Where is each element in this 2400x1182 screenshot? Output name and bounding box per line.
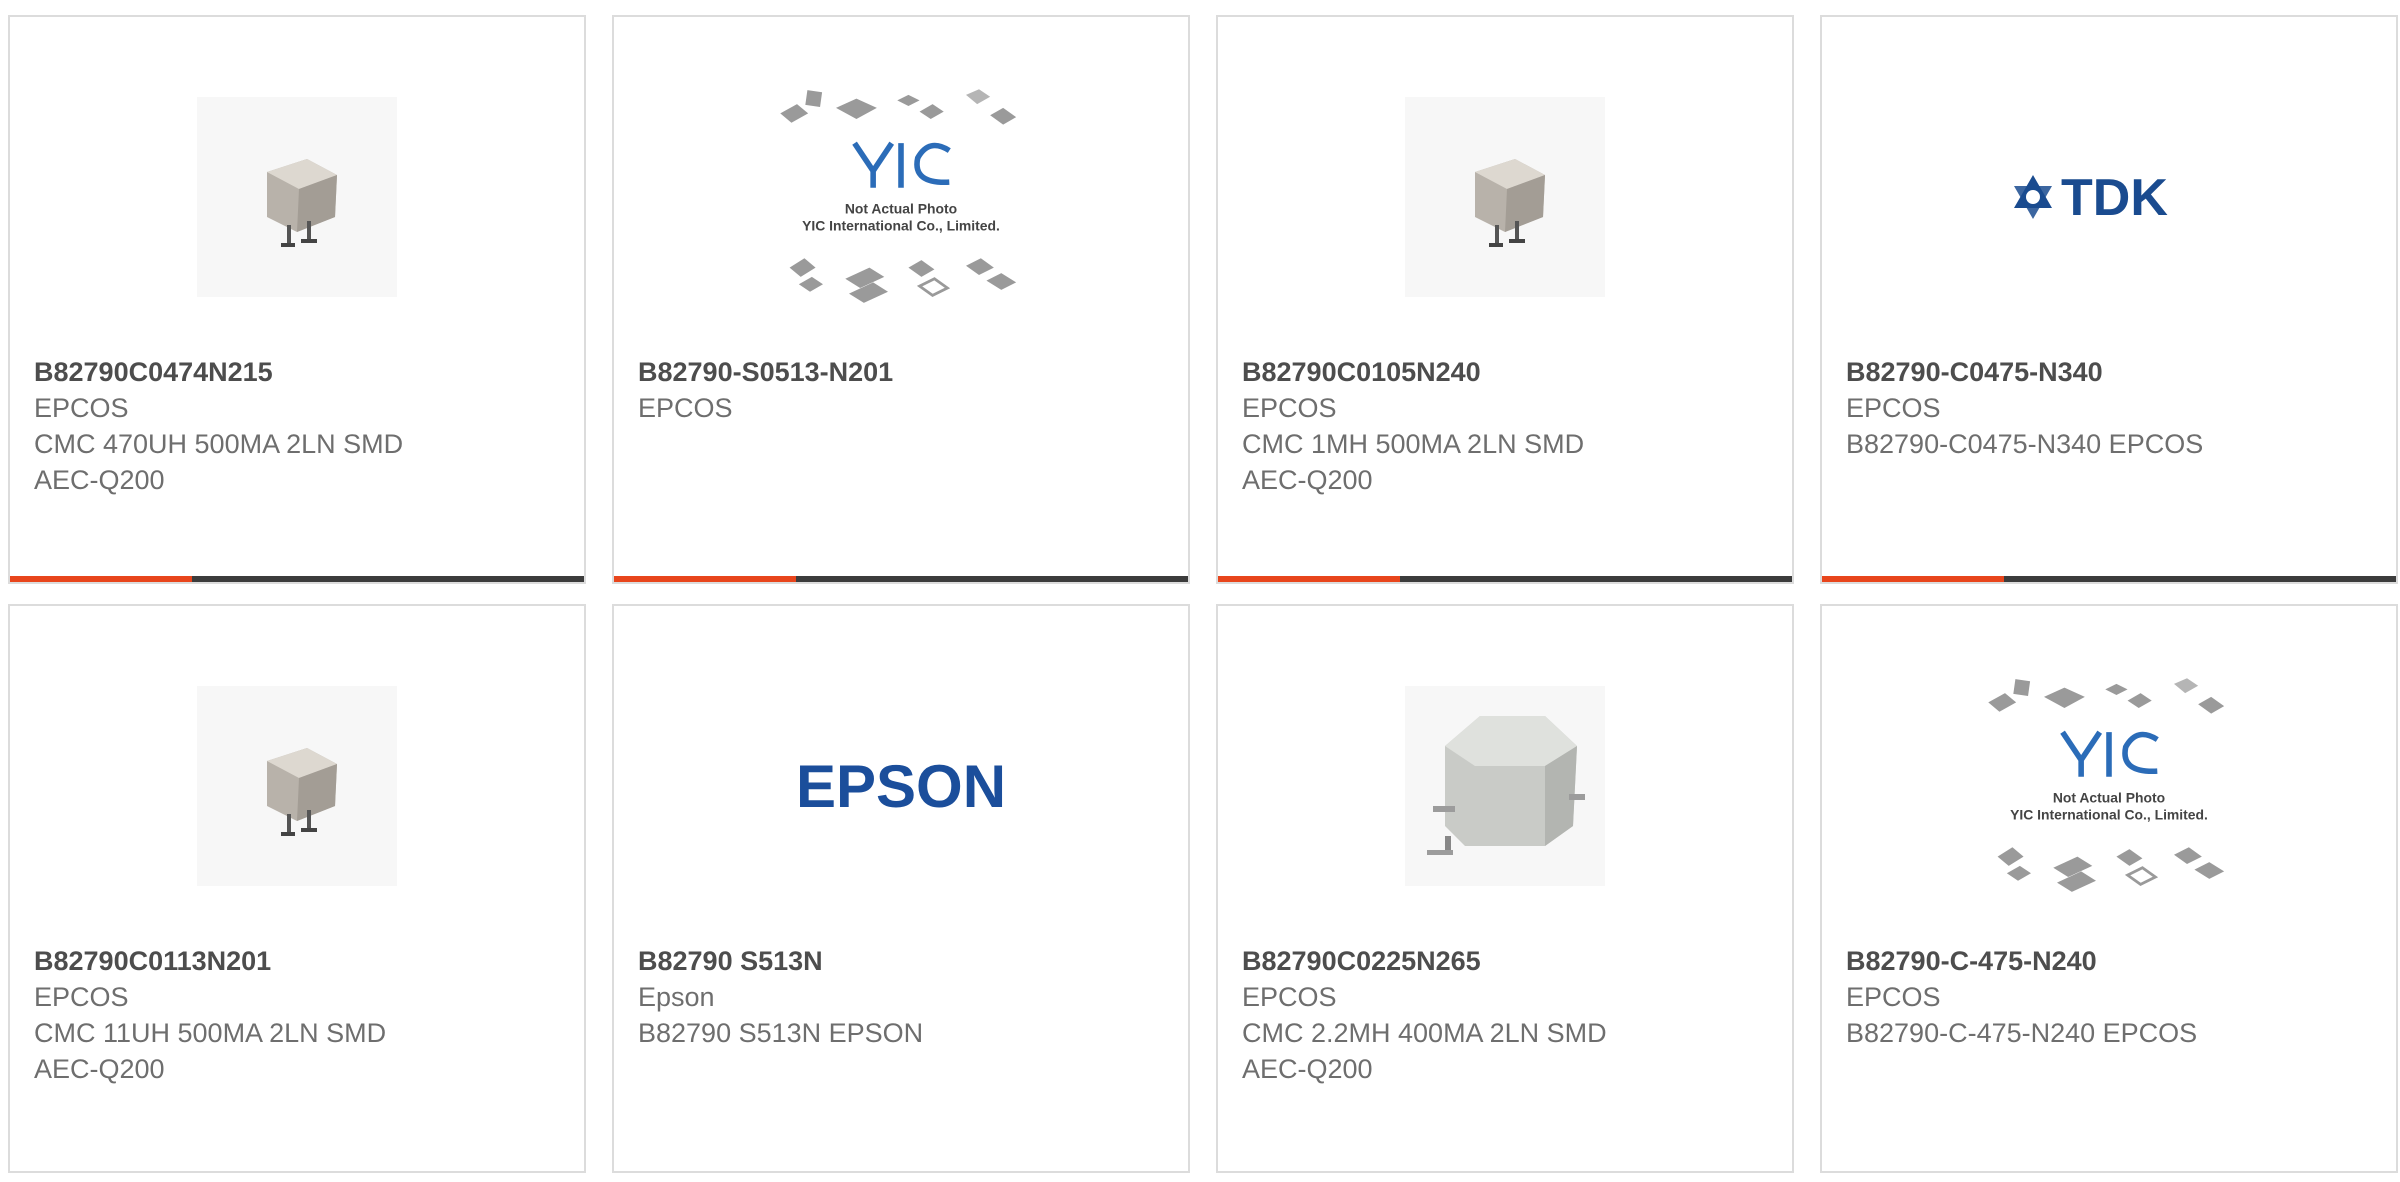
description-line-2: AEC-Q200 <box>34 465 165 495</box>
manufacturer: EPCOS <box>1242 393 1337 423</box>
product-thumbnail[interactable]: Not Actual Photo YIC International Co., … <box>771 77 1031 317</box>
tdk-logo: TDK <box>2014 169 2168 227</box>
description: CMC 1MH 500MA 2LN SMD <box>1242 429 1585 459</box>
card-accent-bar <box>10 576 584 582</box>
card-accent-bar <box>1822 576 2396 582</box>
manufacturer: EPCOS <box>1846 982 1941 1012</box>
product-thumbnail[interactable] <box>1375 77 1635 317</box>
yic-placeholder-image: Not Actual Photo YIC International Co., … <box>1988 678 2225 892</box>
description: CMC 2.2MH 400MA 2LN SMD <box>1242 1018 1607 1048</box>
description-line-2: AEC-Q200 <box>1242 465 1373 495</box>
product-card[interactable]: B82790C0113N201 EPCOS CMC 11UH 500MA 2LN… <box>8 604 586 1173</box>
part-number[interactable]: B82790-C-475-N240 <box>1846 943 2376 979</box>
inductor-photo-small <box>1405 97 1605 297</box>
product-thumbnail[interactable]: EPSON <box>771 666 1031 906</box>
inductor-photo-large <box>1405 686 1605 886</box>
inductor-photo-small <box>197 97 397 297</box>
product-thumbnail[interactable]: TDK <box>1979 77 2239 317</box>
product-grid: B82790C0474N215 EPCOS CMC 470UH 500MA 2L… <box>8 15 2400 1182</box>
product-card[interactable]: Not Actual Photo YIC International Co., … <box>612 15 1190 584</box>
manufacturer: EPCOS <box>1846 393 1941 423</box>
manufacturer: EPCOS <box>1242 982 1337 1012</box>
tdk-logo-text: TDK <box>2061 169 2168 227</box>
part-number[interactable]: B82790-C0475-N340 <box>1846 354 2376 390</box>
product-card[interactable]: TDK B82790-C0475-N340 EPCOS B82790-C0475… <box>1820 15 2398 584</box>
product-card[interactable]: Not Actual Photo YIC International Co., … <box>1820 604 2398 1173</box>
product-thumbnail[interactable] <box>167 666 427 906</box>
epson-logo-text: EPSON <box>796 753 1006 820</box>
description: CMC 11UH 500MA 2LN SMD <box>34 1018 387 1048</box>
product-card[interactable]: B82790C0225N265 EPCOS CMC 2.2MH 400MA 2L… <box>1216 604 1794 1173</box>
manufacturer: EPCOS <box>34 982 129 1012</box>
product-thumbnail[interactable] <box>1375 666 1635 906</box>
card-accent-bar <box>614 576 1188 582</box>
yic-placeholder-image: Not Actual Photo YIC International Co., … <box>780 89 1017 303</box>
part-number[interactable]: B82790-S0513-N201 <box>638 354 1168 390</box>
placeholder-line-2: YIC International Co., Limited. <box>802 217 1000 233</box>
part-number[interactable]: B82790 S513N <box>638 943 1168 979</box>
part-number[interactable]: B82790C0105N240 <box>1242 354 1772 390</box>
description: B82790 S513N EPSON <box>638 1018 924 1048</box>
inductor-photo-small <box>197 686 397 886</box>
product-thumbnail[interactable] <box>167 77 427 317</box>
manufacturer: EPCOS <box>34 393 129 423</box>
placeholder-line-2: YIC International Co., Limited. <box>2010 806 2208 822</box>
description-line-2: AEC-Q200 <box>34 1054 165 1084</box>
description-line-2: AEC-Q200 <box>1242 1054 1373 1084</box>
placeholder-line-1: Not Actual Photo <box>845 201 957 217</box>
manufacturer: Epson <box>638 982 715 1012</box>
product-card[interactable]: EPSON B82790 S513N Epson B82790 S513N EP… <box>612 604 1190 1173</box>
description: CMC 470UH 500MA 2LN SMD <box>34 429 404 459</box>
placeholder-line-1: Not Actual Photo <box>2053 790 2165 806</box>
product-card[interactable]: B82790C0105N240 EPCOS CMC 1MH 500MA 2LN … <box>1216 15 1794 584</box>
product-card[interactable]: B82790C0474N215 EPCOS CMC 470UH 500MA 2L… <box>8 15 586 584</box>
card-accent-bar <box>1218 576 1792 582</box>
product-thumbnail[interactable]: Not Actual Photo YIC International Co., … <box>1979 666 2239 906</box>
part-number[interactable]: B82790C0225N265 <box>1242 943 1772 979</box>
description: B82790-C-475-N240 EPCOS <box>1846 1018 2198 1048</box>
epson-logo: EPSON <box>796 753 1006 820</box>
part-number[interactable]: B82790C0113N201 <box>34 943 564 979</box>
part-number[interactable]: B82790C0474N215 <box>34 354 564 390</box>
description: B82790-C0475-N340 EPCOS <box>1846 429 2204 459</box>
manufacturer: EPCOS <box>638 393 733 423</box>
